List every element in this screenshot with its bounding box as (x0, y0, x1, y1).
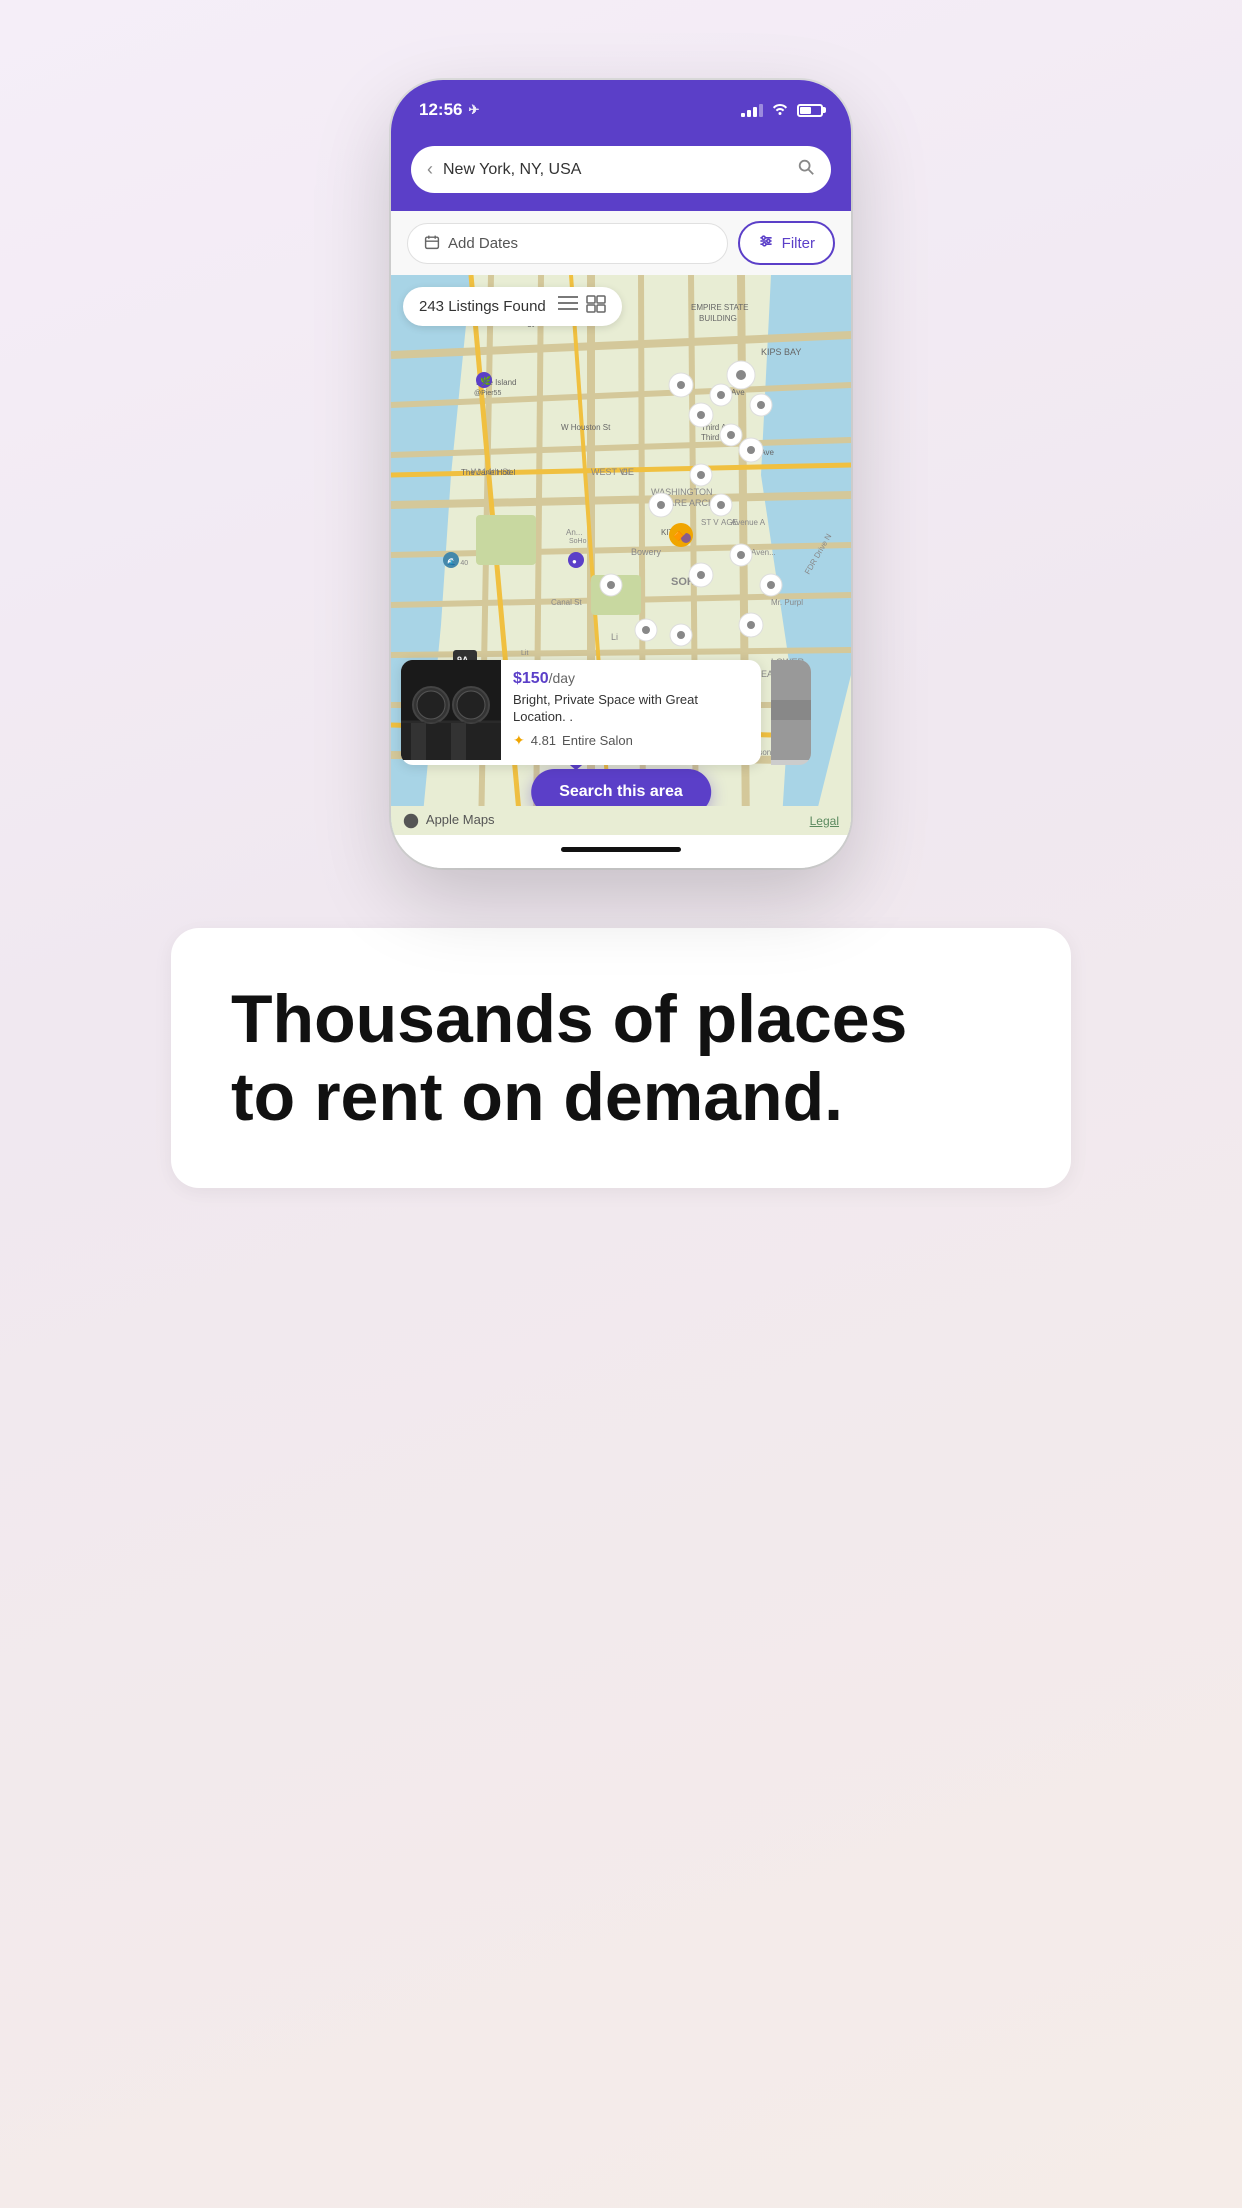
svg-text:Li: Li (611, 632, 618, 642)
svg-text:KIPS BAY: KIPS BAY (761, 347, 801, 357)
filter-label: Filter (782, 235, 815, 252)
legal-link[interactable]: Legal (810, 814, 839, 828)
calendar-icon (424, 234, 440, 253)
apple-maps-logo: Apple Maps (403, 812, 495, 829)
map-footer: Apple Maps Legal (391, 806, 851, 835)
add-dates-label: Add Dates (448, 235, 518, 252)
listing-card[interactable]: $150/day Bright, Private Space with Grea… (401, 660, 761, 765)
bottom-text-section: Thousands of places to rent on demand. (171, 928, 1071, 1188)
svg-text:Canal St: Canal St (551, 598, 582, 607)
svg-text:SoHo: SoHo (569, 538, 587, 545)
svg-text:EMPIRE STATE: EMPIRE STATE (691, 303, 749, 312)
headline-text: Thousands of places to rent on demand. (231, 980, 1011, 1136)
home-indicator-area (391, 835, 851, 868)
grid-view-icon[interactable] (586, 295, 606, 318)
rating-value: 4.81 (531, 733, 556, 748)
add-dates-button[interactable]: Add Dates (407, 223, 728, 264)
svg-text:The Jane Hotel: The Jane Hotel (461, 468, 515, 477)
listing-price: $150/day (513, 670, 749, 688)
listing-title: Bright, Private Space with Great Locatio… (513, 692, 749, 726)
svg-text:●: ● (572, 557, 577, 566)
svg-text:ST V: ST V (701, 518, 719, 527)
home-indicator (561, 847, 681, 852)
svg-text:🌊: 🌊 (447, 557, 456, 566)
view-toggle-icons[interactable] (558, 295, 606, 318)
listing-info: $150/day Bright, Private Space with Grea… (501, 660, 761, 765)
svg-text:@Pier55: @Pier55 (474, 390, 501, 397)
map-area[interactable]: Technology EMPIRE STATE BUILDING KIPS BA… (391, 275, 851, 835)
search-bar[interactable]: ‹ New York, NY, USA (411, 146, 831, 193)
search-magnify-icon[interactable] (797, 158, 815, 181)
svg-text:Mr. Purpl: Mr. Purpl (771, 598, 803, 607)
list-view-icon[interactable] (558, 295, 578, 318)
svg-text:AGE: AGE (721, 518, 738, 527)
listing-card-peek (771, 660, 811, 765)
signal-icon (741, 103, 763, 117)
wifi-icon (771, 101, 789, 120)
svg-text:GE: GE (621, 467, 634, 477)
svg-text:Bowery: Bowery (631, 547, 662, 557)
svg-text:An...: An... (566, 528, 582, 537)
svg-text:BUILDING: BUILDING (699, 314, 737, 323)
svg-text:W Houston St: W Houston St (561, 423, 611, 432)
status-time: 12:56 ✈ (419, 100, 479, 120)
listings-count-bar: 243 Listings Found (403, 287, 622, 326)
rating-icon: ✦ (513, 732, 525, 749)
filter-sliders-icon (758, 233, 774, 253)
status-icons (741, 101, 823, 120)
battery-icon (797, 104, 823, 117)
location-arrow-icon: ✈ (468, 102, 479, 118)
search-area-header: ‹ New York, NY, USA (391, 136, 851, 211)
search-location-text: New York, NY, USA (443, 161, 787, 179)
phone-device: 12:56 ✈ ‹ New York, NY, USA (391, 80, 851, 868)
svg-text:Aven...: Aven... (751, 548, 776, 557)
filter-row: Add Dates Filter (391, 211, 851, 275)
listing-meta: ✦ 4.81 Entire Salon (513, 732, 749, 749)
back-arrow-icon[interactable]: ‹ (427, 159, 433, 180)
listings-count-text: 243 Listings Found (419, 298, 546, 315)
status-bar: 12:56 ✈ (391, 80, 851, 136)
filter-button[interactable]: Filter (738, 221, 835, 265)
time-display: 12:56 (419, 100, 462, 120)
listing-type-label: Entire Salon (562, 733, 633, 748)
listing-image (401, 660, 501, 760)
svg-text:Lit: Lit (521, 650, 528, 657)
svg-text:🌿: 🌿 (480, 375, 491, 386)
listing-cards-container: $150/day Bright, Private Space with Grea… (391, 660, 851, 765)
